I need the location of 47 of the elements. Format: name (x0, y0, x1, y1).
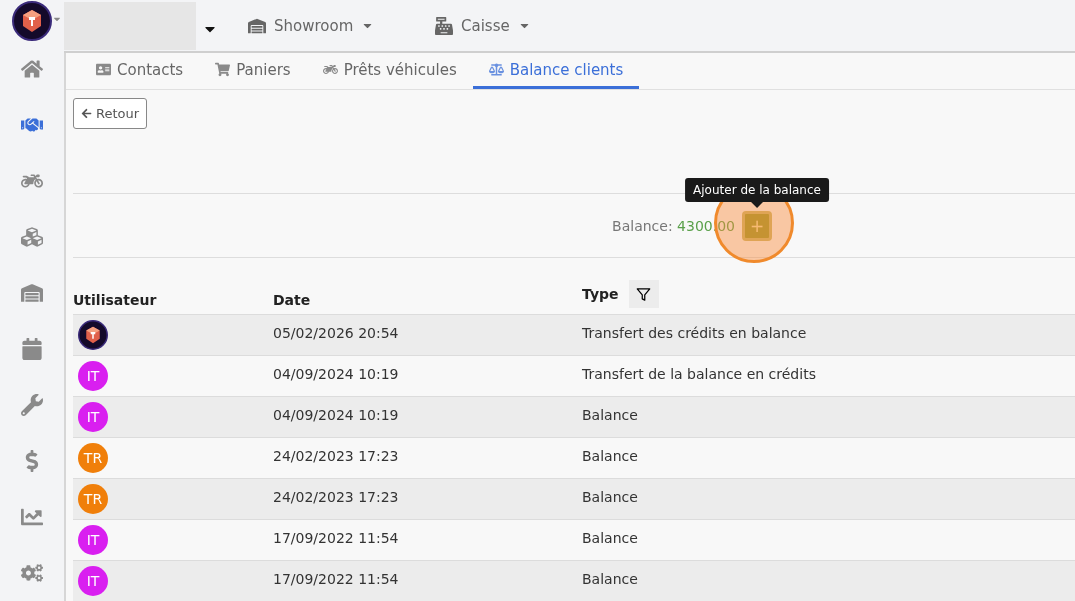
tab[interactable]: Paniers (199, 53, 307, 89)
table-cell-text: Balance (582, 529, 639, 548)
location-selector[interactable]: Showroom (274, 16, 354, 35)
warehouse-icon (21, 282, 43, 304)
table-cell-text: 05/02/2026 20:54 (273, 324, 400, 343)
tab[interactable]: Contacts (80, 53, 200, 89)
user-avatar: TR (78, 484, 108, 514)
arrow-left-icon (81, 108, 92, 119)
table-cell-text: Balance (582, 570, 639, 589)
column-header: Utilisateur (73, 292, 157, 308)
table-cell-text: Balance (582, 488, 639, 507)
location-selector[interactable]: Caisse (461, 16, 510, 35)
table-cell-text: Balance (582, 447, 639, 466)
user-avatar: IT (78, 525, 108, 555)
user-avatar: IT (78, 402, 108, 432)
user-avatar: IT (78, 566, 108, 596)
table-cell-text: 17/09/2022 11:54 (273, 529, 400, 548)
user-avatar: TR (78, 443, 108, 473)
table-cell-text: 04/09/2024 10:19 (273, 406, 400, 425)
column-header: Date (273, 292, 311, 308)
cart-icon (215, 62, 231, 78)
scale-icon (488, 62, 504, 78)
tab[interactable]: Prêts véhicules (306, 53, 473, 89)
back-button[interactable]: Retour (73, 98, 148, 129)
filter-icon (636, 286, 652, 302)
table-cell-text: Transfert des crédits en balance (582, 324, 808, 343)
table-cell-text: 24/02/2023 17:23 (273, 447, 400, 466)
table-cell-text: 24/02/2023 17:23 (273, 488, 400, 507)
user-avatar: IT (78, 361, 108, 391)
column-header: Type (582, 286, 619, 302)
cash-register-icon (435, 16, 453, 35)
user-avatar (78, 320, 108, 350)
table-cell-text: Transfert de la balance en crédits (582, 365, 817, 384)
table-cell-text: 17/09/2022 11:54 (273, 570, 400, 589)
contact-card-icon (96, 62, 111, 78)
home-icon (21, 58, 43, 80)
table-cell-text: 04/09/2024 10:19 (273, 365, 400, 384)
warehouse-icon (248, 16, 266, 35)
calendar-icon (21, 338, 43, 360)
cubes-icon (21, 226, 43, 248)
filter-button[interactable] (628, 280, 659, 308)
tooltip-arrow (751, 201, 763, 208)
chart-icon (21, 506, 43, 528)
tab[interactable]: Balance clients (472, 53, 640, 89)
tooltip: Ajouter de la balance (685, 177, 829, 202)
gears-icon (21, 562, 43, 584)
table-cell-text: Balance (582, 406, 639, 425)
